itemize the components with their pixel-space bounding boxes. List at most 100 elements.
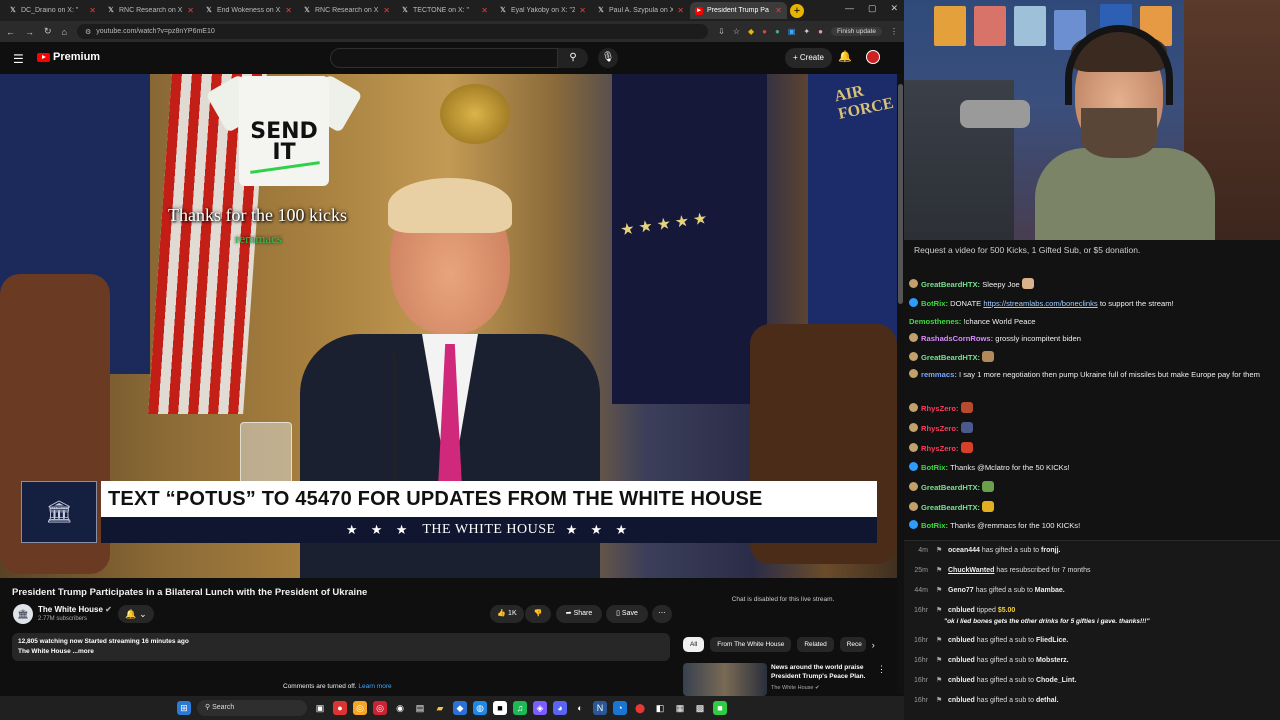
video-player[interactable]: ★★★★★ AIR FORCE SEND IT Thanks for the 1…	[0, 74, 897, 578]
app-icon[interactable]: ■	[713, 701, 727, 715]
extension-icon[interactable]: ▣	[788, 27, 796, 36]
chat-username[interactable]: GreatBeardHTX:	[921, 503, 982, 512]
start-icon[interactable]: ⊞	[177, 701, 191, 715]
close-tab-icon[interactable]: ✕	[383, 6, 390, 15]
folder-icon[interactable]: ▰	[433, 701, 447, 715]
url-field[interactable]: ⚙ youtube.com/watch?v=pz8nYP6mE10	[76, 24, 709, 39]
save-button[interactable]: ▯ Save	[606, 605, 648, 623]
app-icon[interactable]: ◆	[453, 701, 467, 715]
chat-username[interactable]: RhysZero:	[921, 444, 961, 453]
browser-tab[interactable]: 𝕏 TECTONE on X: " ✕	[396, 2, 493, 19]
app-icon[interactable]: ⬤	[633, 701, 647, 715]
app-icon[interactable]: ▦	[673, 701, 687, 715]
recommended-video-title[interactable]: News around the world praise President T…	[771, 663, 881, 681]
close-tab-icon[interactable]: ✕	[187, 6, 194, 15]
menu-dots-icon[interactable]: ⋮	[890, 27, 898, 36]
new-tab-button[interactable]: +	[790, 3, 804, 18]
learn-more-link[interactable]: Learn more	[358, 683, 391, 690]
event-user[interactable]: Geno77	[948, 582, 974, 600]
close-tab-icon[interactable]: ✕	[775, 6, 782, 15]
chat-username[interactable]: RhysZero:	[921, 404, 961, 413]
profile-icon[interactable]: ●	[818, 27, 823, 36]
close-tab-icon[interactable]: ✕	[481, 6, 488, 15]
puzzle-icon[interactable]: ✦	[803, 27, 810, 36]
chat-username[interactable]: BotRix:	[921, 463, 950, 472]
app-icon[interactable]: ◐	[573, 701, 587, 715]
chat-username[interactable]: remmacs:	[921, 370, 959, 379]
minimize-icon[interactable]: —	[845, 3, 854, 14]
forward-icon[interactable]: →	[25, 27, 34, 37]
chip-all[interactable]: All	[683, 637, 705, 652]
app-icon[interactable]: ▩	[693, 701, 707, 715]
channel-avatar[interactable]: 🏛	[13, 604, 33, 624]
search-input[interactable]	[330, 48, 558, 68]
chat-link[interactable]: https://streamlabs.com/boneclinks	[983, 299, 1097, 308]
app-icon[interactable]: N	[593, 701, 607, 715]
discord-icon[interactable]: ◕	[553, 701, 567, 715]
taskbar-search[interactable]: ⚲ Search	[197, 700, 307, 716]
share-button[interactable]: ➦ Share	[556, 605, 602, 623]
event-user[interactable]: cnblued	[948, 692, 975, 710]
event-user[interactable]: cnblued	[948, 672, 975, 690]
app-icon[interactable]: ■	[493, 701, 507, 715]
event-user[interactable]: cnblued	[948, 632, 975, 650]
notifications-bell-icon[interactable]: 🔔	[838, 50, 852, 63]
close-window-icon[interactable]: ✕	[890, 3, 898, 14]
chat-username[interactable]: Demosthenes:	[909, 317, 963, 326]
chrome-icon[interactable]: ◎	[353, 701, 367, 715]
close-tab-icon[interactable]: ✕	[285, 6, 292, 15]
menu-hamburger-icon[interactable]: ☰	[13, 52, 24, 66]
voice-search-button[interactable]: 🎙	[598, 48, 618, 68]
reload-icon[interactable]: ↻	[44, 26, 52, 37]
back-icon[interactable]: ←	[6, 27, 15, 37]
chat-username[interactable]: GreatBeardHTX:	[921, 280, 982, 289]
app-icon[interactable]: ◎	[373, 701, 387, 715]
chip-related[interactable]: Related	[797, 637, 834, 652]
chevron-right-icon[interactable]: ›	[872, 640, 875, 650]
site-info-icon[interactable]: ⚙	[85, 28, 91, 36]
spotify-icon[interactable]: ♫	[513, 701, 527, 715]
task-view-icon[interactable]: ▣	[313, 701, 327, 715]
create-button[interactable]: + Create	[785, 48, 832, 68]
browser-tab[interactable]: 𝕏 DC_Draino on X: " ✕	[4, 2, 101, 19]
channel-name[interactable]: The White House ✔	[38, 605, 112, 614]
extension-icon[interactable]: ●	[762, 27, 767, 36]
browser-tab[interactable]: 𝕏 RNC Research on X: ✕	[298, 2, 395, 19]
close-tab-icon[interactable]: ✕	[579, 6, 586, 15]
like-button[interactable]: 👍 1K	[490, 605, 524, 623]
dislike-button[interactable]: 👎	[525, 605, 551, 623]
chat-username[interactable]: RashadsCornRows:	[921, 334, 995, 343]
chat-username[interactable]: BotRix:	[921, 521, 950, 530]
home-icon[interactable]: ⌂	[62, 27, 67, 37]
chip-recent[interactable]: Rece	[839, 637, 866, 652]
maximize-icon[interactable]: ▢	[868, 3, 877, 14]
close-tab-icon[interactable]: ✕	[677, 6, 684, 15]
app-icon[interactable]: ◈	[533, 701, 547, 715]
app-icon[interactable]: ◉	[393, 701, 407, 715]
description-box[interactable]: 12,805 watching now Started streaming 16…	[12, 633, 670, 661]
event-user[interactable]: ocean444	[948, 542, 980, 560]
close-tab-icon[interactable]: ✕	[89, 6, 96, 15]
youtube-logo[interactable]: Premium	[37, 51, 100, 63]
browser-tab[interactable]: 𝕏 RNC Research on X: ✕	[102, 2, 199, 19]
app-icon[interactable]: ◧	[653, 701, 667, 715]
account-avatar[interactable]	[866, 50, 880, 64]
recommended-more-icon[interactable]: ⋮	[877, 664, 886, 675]
app-icon[interactable]: ▤	[413, 701, 427, 715]
extension-icon[interactable]: ●	[775, 27, 780, 36]
recommended-video-thumbnail[interactable]	[683, 663, 767, 696]
browser-tab-active[interactable]: ▸ President Trump Pa ✕	[690, 2, 787, 19]
subscription-bell-button[interactable]: 🔔 ⌄	[118, 605, 154, 623]
event-user[interactable]: ChuckWanted	[948, 562, 994, 580]
app-icon[interactable]: ◔	[613, 701, 627, 715]
event-user[interactable]: cnblued	[948, 652, 975, 670]
extension-icon[interactable]: ◆	[748, 27, 754, 36]
browser-tab[interactable]: 𝕏 Eyal Yakoby on X: "Zo ✕	[494, 2, 591, 19]
app-icon[interactable]: ●	[333, 701, 347, 715]
install-icon[interactable]: ⇩	[718, 27, 725, 36]
finish-update-button[interactable]: Finish update	[830, 27, 882, 36]
chip-from-channel[interactable]: From The White House	[710, 637, 792, 652]
search-button[interactable]: ⚲	[558, 48, 588, 68]
chat-username[interactable]: RhysZero:	[921, 424, 961, 433]
browser-tab[interactable]: 𝕏 Paul A. Szypula on X: ✕	[592, 2, 689, 19]
